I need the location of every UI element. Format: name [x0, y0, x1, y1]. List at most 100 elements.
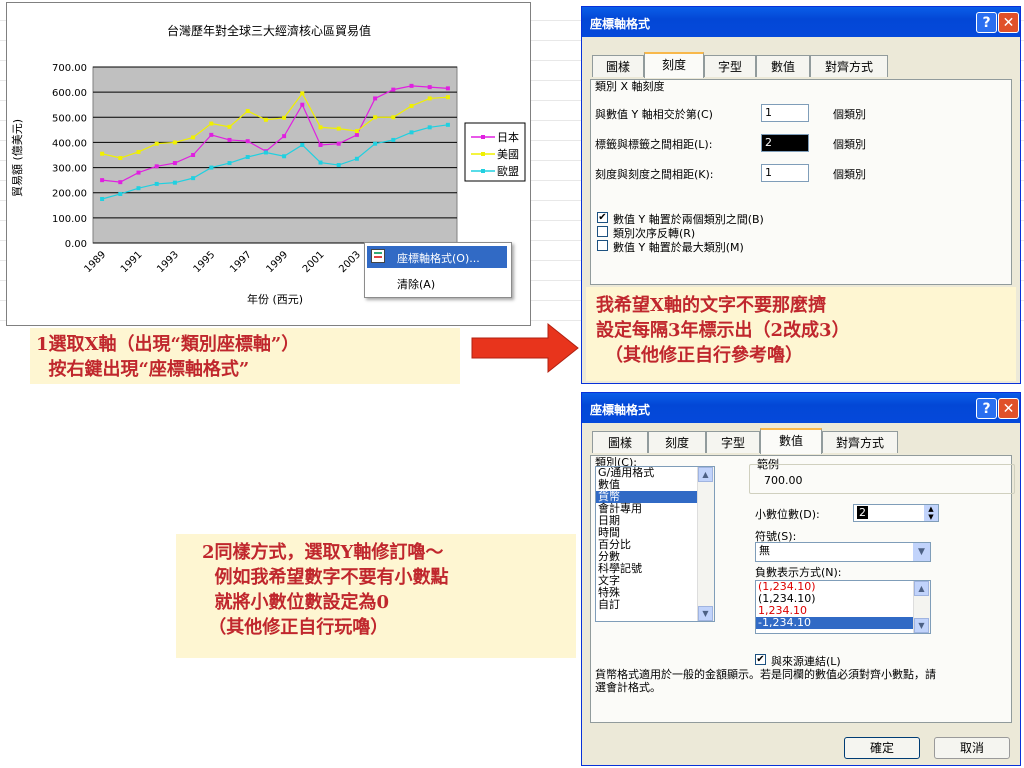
ok-button[interactable]: 確定 — [844, 737, 920, 759]
data-point[interactable] — [118, 156, 123, 161]
data-point[interactable] — [354, 156, 359, 161]
link-to-source-checkbox[interactable]: ✔ — [755, 654, 766, 665]
tab-patterns[interactable]: 圖樣 — [592, 55, 644, 77]
list-item[interactable]: -1,234.10 — [756, 617, 930, 629]
data-point[interactable] — [263, 150, 268, 155]
data-point[interactable] — [282, 154, 287, 159]
symbol-select[interactable]: 無 ▼ — [755, 542, 931, 562]
reverse-order-checkbox[interactable] — [597, 226, 608, 237]
data-point[interactable] — [100, 197, 105, 201]
data-point[interactable] — [427, 85, 432, 90]
dialog-titlebar[interactable]: 座標軸格式 ? ✕ — [582, 7, 1020, 37]
tab-number[interactable]: 數值 — [756, 55, 810, 77]
chevron-down-icon[interactable]: ▼ — [913, 543, 930, 561]
data-point[interactable] — [245, 139, 250, 144]
data-point[interactable] — [172, 161, 177, 166]
question-icon[interactable]: ? — [976, 398, 997, 419]
data-point[interactable] — [427, 96, 432, 101]
data-point[interactable] — [282, 134, 287, 139]
data-point[interactable] — [445, 95, 450, 100]
scroll-down-icon[interactable]: ▼ — [698, 606, 713, 621]
data-point[interactable] — [191, 176, 196, 181]
data-point[interactable] — [445, 86, 450, 91]
data-point[interactable] — [172, 140, 177, 145]
data-point[interactable] — [227, 137, 232, 142]
data-point[interactable] — [263, 117, 268, 122]
data-point[interactable] — [409, 83, 414, 88]
data-point[interactable] — [409, 103, 414, 108]
data-point[interactable] — [373, 96, 378, 101]
cancel-button[interactable]: 取消 — [934, 737, 1010, 759]
tab-alignment[interactable]: 對齊方式 — [810, 55, 888, 77]
data-point[interactable] — [318, 142, 323, 147]
data-point[interactable] — [172, 180, 177, 185]
data-point[interactable] — [136, 149, 141, 154]
tab-font[interactable]: 字型 — [704, 55, 756, 77]
dialog-titlebar[interactable]: 座標軸格式 ? ✕ — [582, 393, 1020, 423]
data-point[interactable] — [191, 135, 196, 140]
tick-interval-input[interactable]: 1 — [761, 164, 809, 182]
data-point[interactable] — [245, 109, 250, 113]
category-listbox[interactable]: G/通用格式 數值 貨幣 會計專用 日期 時間 百分比 分數 科學記號 文字 特殊 自訂 ▲ ▼ — [595, 466, 715, 622]
data-point[interactable] — [118, 180, 123, 185]
data-point[interactable] — [373, 115, 378, 120]
data-point[interactable] — [191, 153, 196, 157]
data-point[interactable] — [282, 115, 287, 120]
data-point[interactable] — [136, 170, 141, 175]
between-categories-checkbox[interactable]: ✔ — [597, 212, 608, 223]
negative-format-listbox[interactable]: (1,234.10) (1,234.10) 1,234.10 -1,234.10… — [755, 580, 931, 634]
data-point[interactable] — [354, 132, 359, 137]
chart-legend[interactable]: 日本美國歐盟 — [464, 122, 526, 182]
data-point[interactable] — [227, 161, 232, 166]
tab-font[interactable]: 字型 — [706, 431, 760, 453]
close-icon[interactable]: ✕ — [998, 12, 1019, 33]
label-interval-input[interactable]: 2 — [761, 134, 809, 152]
data-point[interactable] — [154, 141, 159, 146]
data-point[interactable] — [300, 102, 305, 107]
data-point[interactable] — [209, 165, 214, 170]
data-point[interactable] — [100, 178, 105, 183]
tab-number[interactable]: 數值 — [760, 428, 822, 454]
data-point[interactable] — [154, 164, 159, 169]
scrollbar[interactable]: ▲ ▼ — [697, 467, 714, 621]
plot-area[interactable] — [92, 66, 458, 244]
decimal-places-input[interactable]: 2 ▲ ▼ — [853, 504, 939, 522]
tab-patterns[interactable]: 圖樣 — [592, 431, 648, 453]
scrollbar[interactable]: ▲ ▼ — [913, 581, 930, 633]
data-point[interactable] — [445, 122, 450, 127]
scroll-up-icon[interactable]: ▲ — [914, 581, 929, 596]
data-point[interactable] — [427, 125, 432, 130]
data-point[interactable] — [391, 115, 396, 120]
data-point[interactable] — [209, 121, 214, 126]
data-point[interactable] — [409, 130, 414, 135]
data-point[interactable] — [336, 163, 341, 168]
data-point[interactable] — [100, 151, 105, 156]
menu-item-clear[interactable]: 清除(A) — [367, 272, 507, 294]
data-point[interactable] — [209, 132, 214, 137]
data-point[interactable] — [118, 191, 123, 196]
data-point[interactable] — [300, 142, 305, 147]
max-category-checkbox[interactable] — [597, 240, 608, 251]
tab-scale[interactable]: 刻度 — [648, 431, 706, 453]
data-point[interactable] — [300, 91, 305, 96]
data-point[interactable] — [245, 155, 250, 160]
tab-scale[interactable]: 刻度 — [644, 52, 704, 78]
tab-alignment[interactable]: 對齊方式 — [822, 431, 898, 453]
spinner-icon[interactable]: ▲ ▼ — [924, 505, 938, 521]
scroll-down-icon[interactable]: ▼ — [914, 618, 929, 633]
data-point[interactable] — [373, 141, 378, 146]
close-icon[interactable]: ✕ — [998, 398, 1019, 419]
data-point[interactable] — [318, 125, 323, 130]
crosses-at-input[interactable]: 1 — [761, 104, 809, 122]
data-point[interactable] — [391, 87, 396, 92]
data-point[interactable] — [318, 160, 323, 165]
data-point[interactable] — [227, 124, 232, 129]
data-point[interactable] — [336, 141, 341, 146]
data-point[interactable] — [154, 181, 159, 186]
menu-item-format-axis[interactable]: 座標軸格式(O)... — [367, 246, 507, 268]
scroll-up-icon[interactable]: ▲ — [698, 467, 713, 482]
data-point[interactable] — [336, 126, 341, 131]
data-point[interactable] — [391, 137, 396, 142]
data-point[interactable] — [354, 129, 359, 134]
data-point[interactable] — [136, 186, 141, 191]
